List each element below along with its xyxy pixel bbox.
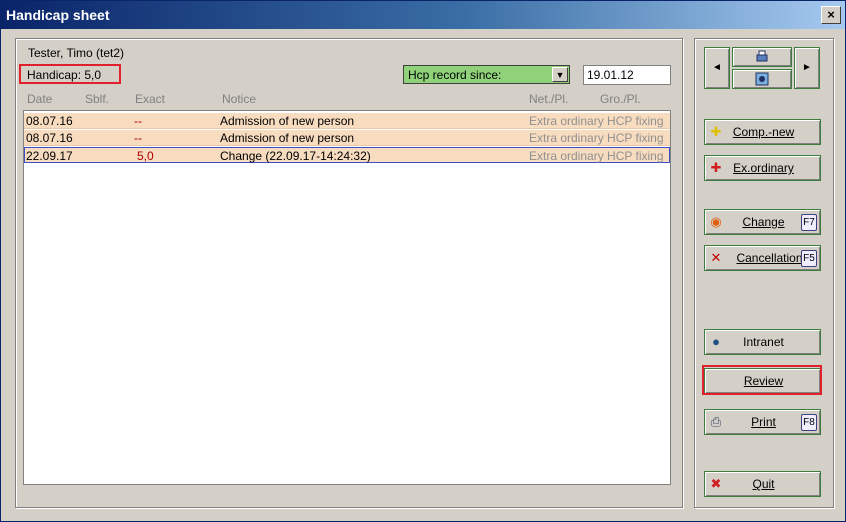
cell-notice: Admission of new person [220,131,355,145]
image-view-button[interactable] [732,69,792,89]
cell-net: Extra ordinary HCP fixing [529,149,664,163]
print-button[interactable]: ⎙ Print F8 [704,409,821,435]
exordinary-button[interactable]: ✚ Ex.ordinary [704,155,821,181]
dropdown-arrow-icon[interactable]: ▼ [552,67,568,82]
window-title: Handicap sheet [6,7,110,23]
cell-date: 08.07.16 [26,131,73,145]
comp-new-button[interactable]: ✚ Comp.-new [704,119,821,145]
cell-exact: 5,0 [137,149,154,163]
cell-net: Extra ordinary HCP fixing [529,114,664,128]
cell-date: 22.09.17 [26,149,73,163]
quit-label: Quit [752,477,775,491]
title-bar: Handicap sheet × [1,1,845,29]
cell-notice: Change (22.09.17-14:24:32) [220,149,371,163]
column-header-exact[interactable]: Exact [135,92,165,106]
table-row-selected[interactable]: 22.09.17 5,0 Change (22.09.17-14:24:32) … [24,147,670,163]
person-name: Tester, Timo (tet2) [28,46,125,60]
cell-notice: Admission of new person [220,114,355,128]
hcp-record-list[interactable]: 08.07.16 -- Admission of new person Extr… [23,110,671,485]
nav-left-button[interactable]: ◄ [704,47,730,89]
column-header-notice[interactable]: Notice [222,92,256,106]
left-arrow-icon: ◄ [712,62,722,73]
f8-key-badge: F8 [801,414,817,431]
hcp-record-dropdown[interactable]: Hcp record since: ▼ [403,65,570,84]
column-header-date[interactable]: Date [27,92,52,106]
cancellation-button[interactable]: ✕ Cancellation F5 [704,245,821,271]
nav-right-button[interactable]: ► [794,47,820,89]
table-row[interactable]: 08.07.16 -- Admission of new person Extr… [24,130,670,146]
column-header-net[interactable]: Net./Pl. [529,92,568,106]
intranet-button[interactable]: ● Intranet [704,329,821,355]
cell-exact: -- [134,114,142,128]
f7-key-badge: F7 [801,214,817,231]
table-row[interactable]: 08.07.16 -- Admission of new person Extr… [24,113,670,129]
quit-button[interactable]: ✖ Quit [704,471,821,497]
right-panel [694,38,834,508]
intranet-label: Intranet [743,335,784,349]
cell-exact: -- [134,131,142,145]
handicap-label: Handicap: 5,0 [27,68,102,82]
column-header-gro[interactable]: Gro./Pl. [600,92,641,106]
print-preview-button[interactable] [732,47,792,67]
f5-key-badge: F5 [801,250,817,267]
cell-net: Extra ordinary HCP fixing [529,131,664,145]
picture-icon [755,72,769,86]
dropdown-value: Hcp record since: [408,68,502,82]
column-header-sblf[interactable]: Sblf. [85,92,109,106]
date-field[interactable]: 19.01.12 [583,65,671,85]
close-button[interactable]: × [821,6,841,24]
comp-new-label: Comp.-new [732,125,795,139]
printer-icon [756,50,768,62]
change-button[interactable]: ◉ Change F7 [704,209,821,235]
cell-date: 08.07.16 [26,114,73,128]
exordinary-label: Ex.ordinary [733,161,794,175]
right-arrow-icon: ► [802,62,812,73]
review-highlight [702,365,822,395]
